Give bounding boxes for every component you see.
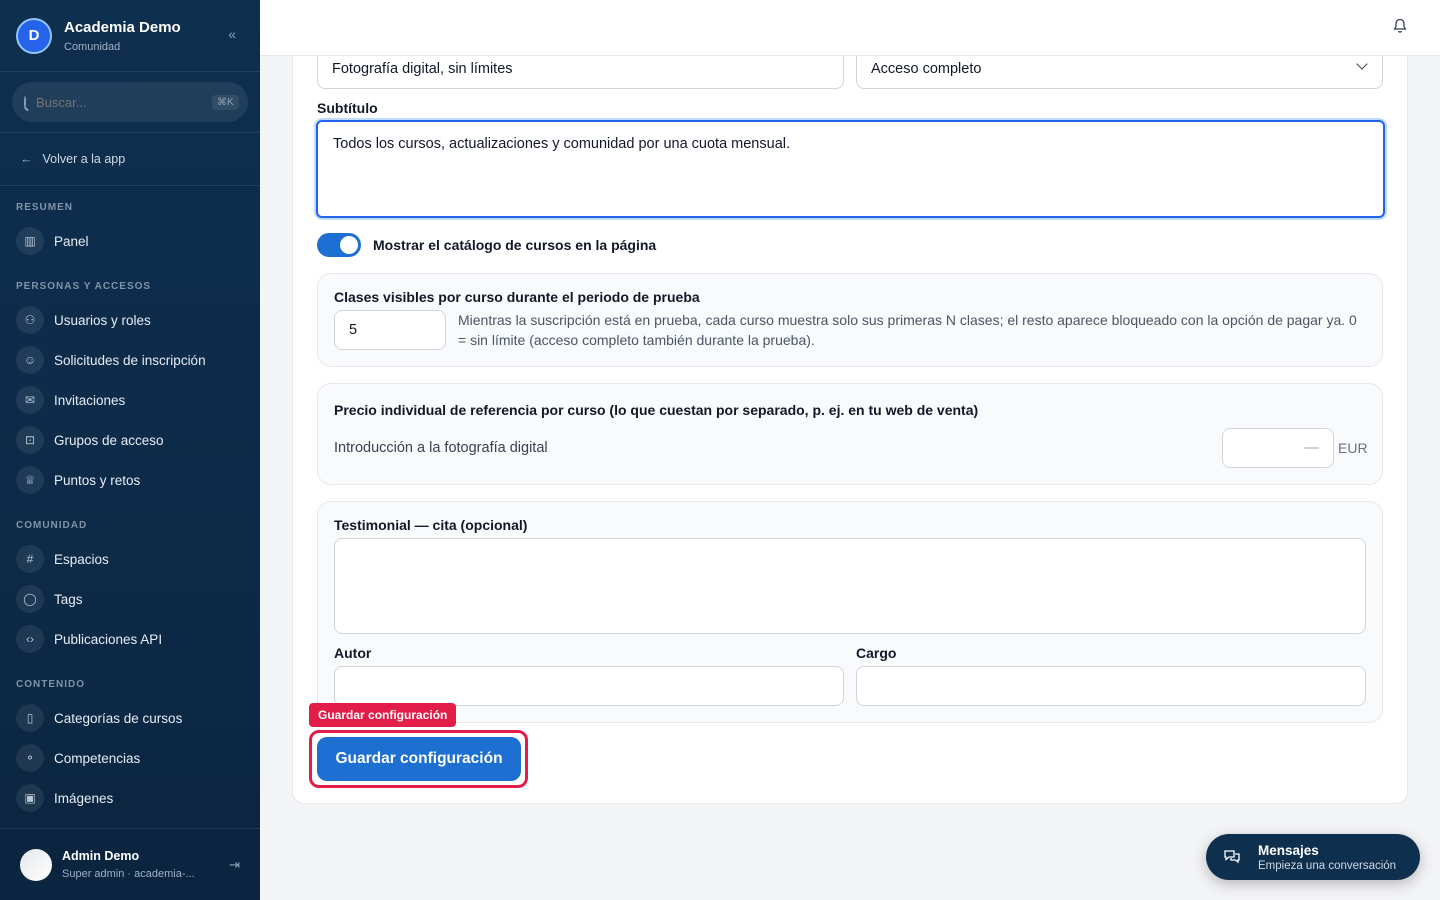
messages-title: Mensajes — [1258, 842, 1319, 858]
hash-icon: # — [16, 545, 44, 573]
testimonial-label: Testimonial — cita (opcional) — [334, 517, 528, 533]
mail-icon: ✉ — [16, 386, 44, 414]
messages-widget[interactable]: Mensajes Empieza una conversación — [1206, 834, 1420, 880]
user-profile[interactable]: Admin Demo Super admin · academia-... ⇥ — [0, 828, 260, 900]
price-course-name: Introducción a la fotografía digital — [334, 440, 548, 456]
nav-section-comunidad: COMUNIDAD # Espacios ◯ Tags ‹› Publicaci… — [0, 520, 260, 659]
chat-bubbles-icon — [1220, 845, 1244, 869]
sidebar-item-puntos[interactable]: ♕ Puntos y retos — [0, 460, 260, 500]
chat-icon: ◯ — [16, 585, 44, 613]
price-label: Precio individual de referencia por curs… — [334, 402, 979, 418]
nav-section-resumen: RESUMEN ▥ Panel — [0, 202, 260, 261]
book-icon: ▯ — [16, 704, 44, 732]
catalog-toggle[interactable] — [317, 233, 361, 257]
save-button[interactable]: Guardar configuración — [317, 737, 521, 781]
trophy-icon: ♕ — [16, 466, 44, 494]
collapse-sidebar-icon[interactable]: « — [228, 26, 236, 42]
trial-help-text: Mientras la suscripción está en prueba, … — [458, 312, 1357, 348]
author-label: Autor — [334, 645, 372, 661]
brand-title: Academia Demo — [64, 18, 181, 36]
users-icon: ⚇ — [16, 306, 44, 334]
brand-subtitle: Comunidad — [64, 40, 121, 53]
nav-section-contenido: CONTENIDO ▯ Categorías de cursos ⚬ Compe… — [0, 679, 260, 818]
sidebar-item-grupos[interactable]: ⊡ Grupos de acceso — [0, 420, 260, 460]
arrow-left-icon: ← — [20, 152, 33, 166]
price-input[interactable]: — — [1222, 428, 1334, 468]
trial-classes-input[interactable]: 5 — [334, 310, 446, 350]
sidebar-item-competencias[interactable]: ⚬ Competencias — [0, 738, 260, 778]
badge-icon: ⚬ — [16, 744, 44, 772]
sidebar-item-label: Solicitudes de inscripción — [54, 352, 206, 368]
price-currency: EUR — [1338, 440, 1368, 456]
sidebar-item-invitaciones[interactable]: ✉ Invitaciones — [0, 380, 260, 420]
sidebar-item-label: Invitaciones — [54, 392, 126, 408]
avatar — [20, 848, 52, 881]
sidebar-item-imagenes[interactable]: ▣ Imágenes — [0, 778, 260, 818]
brand-logo: D — [16, 17, 52, 54]
save-tooltip: Guardar configuración — [309, 703, 457, 727]
sidebar-item-label: Usuarios y roles — [54, 312, 151, 328]
sidebar-item-label: Espacios — [54, 551, 109, 567]
sidebar-item-label: Tags — [54, 591, 83, 607]
messages-subtitle: Empieza una conversación — [1258, 859, 1397, 872]
subtitle-label: Subtítulo — [317, 100, 378, 116]
user-role: Super admin · academia-... — [62, 868, 195, 880]
sidebar-item-label: Puntos y retos — [54, 472, 141, 488]
trial-label: Clases visibles por curso durante el per… — [334, 289, 700, 305]
catalog-toggle-label: Mostrar el catálogo de cursos en la pági… — [373, 237, 657, 253]
section-title: CONTENIDO — [16, 679, 85, 690]
sidebar-item-espacios[interactable]: # Espacios — [0, 539, 260, 579]
image-icon: ▣ — [16, 784, 44, 812]
role-input[interactable] — [856, 666, 1366, 706]
sidebar-item-usuarios[interactable]: ⚇ Usuarios y roles — [0, 300, 260, 340]
access-select-value: Acceso completo — [871, 60, 982, 77]
back-to-app-link[interactable]: ← Volver a la app — [0, 133, 260, 186]
nav-section-personas: PERSONAS Y ACCESOS ⚇ Usuarios y roles ☺ … — [0, 281, 260, 500]
section-title: PERSONAS Y ACCESOS — [16, 281, 152, 292]
section-title: RESUMEN — [16, 202, 74, 213]
chart-icon: ▥ — [16, 227, 44, 255]
user-name: Admin Demo — [62, 849, 140, 863]
sidebar-item-label: Imágenes — [54, 790, 114, 806]
user-icon: ☺ — [16, 346, 44, 374]
bell-icon[interactable] — [1392, 18, 1408, 34]
testimonial-textarea[interactable] — [334, 538, 1366, 634]
logout-icon[interactable]: ⇥ — [229, 857, 240, 873]
search-box[interactable]: ⌘K — [12, 82, 248, 122]
brand-header: D Academia Demo Comunidad « — [0, 0, 260, 72]
search-icon — [24, 96, 26, 108]
sidebar-item-label: Grupos de acceso — [54, 432, 164, 448]
toggle-knob — [340, 236, 358, 254]
code-icon: ‹› — [16, 625, 44, 653]
sidebar: D Academia Demo Comunidad « ⌘K ← Volver … — [0, 0, 260, 900]
search-input[interactable] — [36, 94, 212, 110]
sidebar-item-solicitudes[interactable]: ☺ Solicitudes de inscripción — [0, 340, 260, 380]
sidebar-item-publicaciones-api[interactable]: ‹› Publicaciones API — [0, 619, 260, 659]
sidebar-item-categorias[interactable]: ▯ Categorías de cursos — [0, 698, 260, 738]
top-bar — [260, 0, 1440, 56]
sidebar-item-tags[interactable]: ◯ Tags — [0, 579, 260, 619]
sidebar-item-label: Publicaciones API — [54, 631, 163, 647]
sidebar-item-label: Panel — [54, 233, 89, 249]
lock-icon: ⊡ — [16, 426, 44, 454]
search-shortcut: ⌘K — [212, 94, 239, 110]
section-title: COMUNIDAD — [16, 520, 88, 531]
subtitle-textarea[interactable]: Todos los cursos, actualizaciones y comu… — [316, 120, 1385, 218]
role-label: Cargo — [856, 645, 897, 661]
back-label: Volver a la app — [42, 152, 126, 166]
sidebar-item-label: Categorías de cursos — [54, 710, 183, 726]
chevron-down-icon — [1356, 58, 1368, 70]
sidebar-item-panel[interactable]: ▥ Panel — [0, 221, 260, 261]
sidebar-item-label: Competencias — [54, 750, 141, 766]
author-input[interactable] — [334, 666, 844, 706]
